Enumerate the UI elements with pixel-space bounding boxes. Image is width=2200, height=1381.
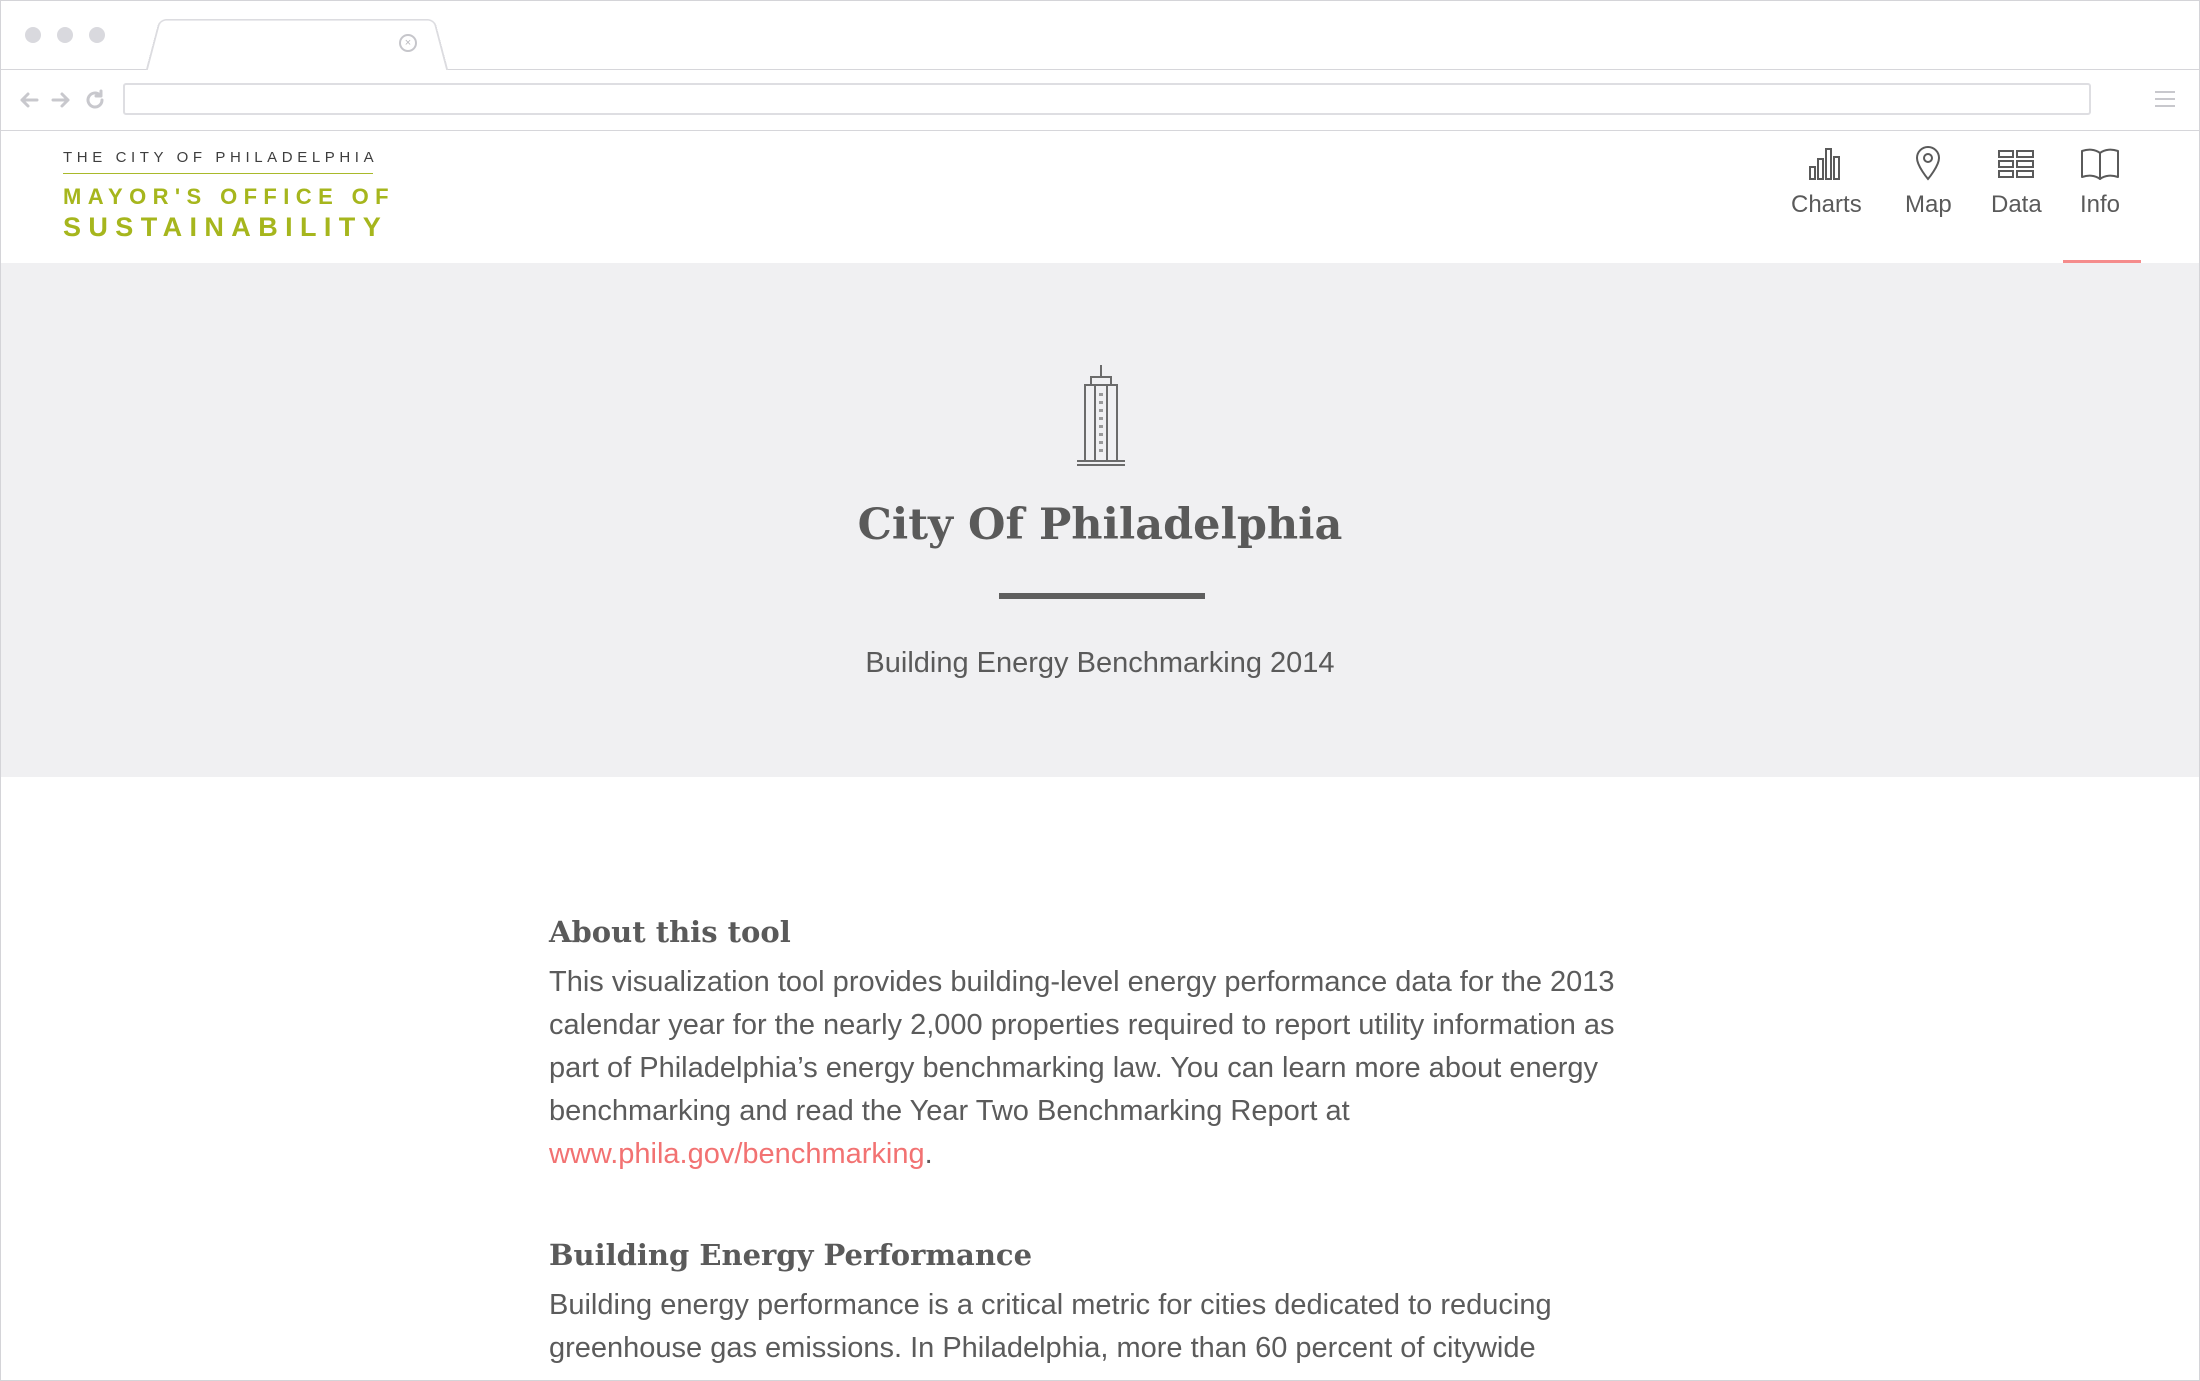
about-text: This visualization tool provides buildin… [549,961,1659,1176]
title-divider [999,593,1205,599]
browser-menu-icon[interactable] [2155,91,2175,109]
site-header: THE CITY OF PHILADELPHIA MAYOR'S OFFICE … [1,131,2199,265]
logo-city-line: THE CITY OF PHILADELPHIA [63,149,374,174]
performance-heading: Building Energy Performance [549,1238,1033,1272]
about-body: This visualization tool provides buildin… [549,966,1615,1127]
browser-window: × THE CITY OF PHILADELPHIA MAYOR'S OFFIC… [0,0,2200,1381]
address-bar[interactable] [123,83,2091,115]
nav-item-charts[interactable]: Charts [1791,145,1862,219]
tab-close-icon[interactable]: × [399,34,417,52]
reload-icon[interactable] [83,88,107,112]
window-minimize-dot[interactable] [57,27,73,43]
nav-item-info[interactable]: Info [2079,145,2121,219]
browser-titlebar: × [1,1,2199,73]
logo-sustainability-line: SUSTAINABILITY [63,212,389,242]
map-pin-icon [1916,145,1941,181]
nav-label-map: Map [1905,191,1952,218]
browser-toolbar [1,70,2199,131]
benchmarking-link[interactable]: www.phila.gov/benchmarking [549,1138,925,1170]
window-zoom-dot[interactable] [89,27,105,43]
skyscraper-icon [1077,365,1125,466]
performance-section: Building Energy Performance Building ene… [549,1234,1659,1370]
about-section: About this tool This visualization tool … [549,911,1659,1176]
forward-arrow-icon[interactable] [49,88,73,112]
window-close-dot[interactable] [25,27,41,43]
nav-label-info: Info [2079,191,2121,218]
back-arrow-icon[interactable] [17,88,41,112]
logo-office-line: MAYOR'S OFFICE OF [63,184,396,209]
nav-label-charts: Charts [1791,191,1862,218]
performance-text: Building energy performance is a critica… [549,1289,1552,1364]
info-content: About this tool This visualization tool … [549,911,1659,1370]
about-heading: About this tool [549,915,791,949]
hero-banner: City Of Philadelphia Building Energy Ben… [1,263,2199,777]
book-icon [2081,148,2119,180]
nav-item-data[interactable]: Data [1991,145,2042,219]
nav-item-map[interactable]: Map [1905,145,1952,219]
table-icon [1998,150,2035,178]
page-subtitle: Building Energy Benchmarking 2014 [865,647,1335,679]
bar-chart-icon [1809,148,1841,180]
sustainability-logo[interactable]: THE CITY OF PHILADELPHIA MAYOR'S OFFICE … [63,149,396,243]
nav-label-data: Data [1991,191,2042,218]
about-period: . [924,1138,933,1170]
page-title: City Of Philadelphia [857,500,1343,550]
